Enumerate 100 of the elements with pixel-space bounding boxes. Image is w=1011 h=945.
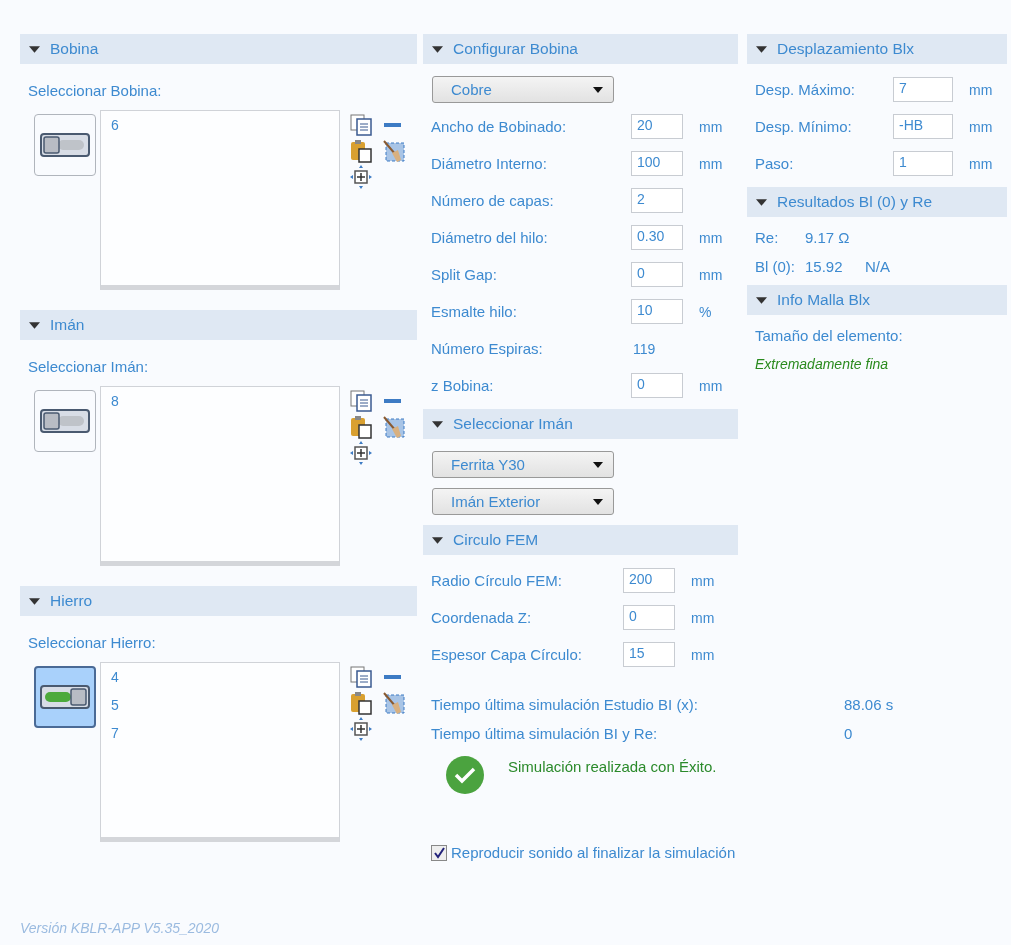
move-icon[interactable] xyxy=(350,441,372,465)
time-value: 88.06 s xyxy=(844,696,894,713)
unit-label: mm xyxy=(969,118,993,135)
select-label: Seleccionar Imán: xyxy=(27,357,150,377)
select-label: Seleccionar Bobina: xyxy=(27,81,163,101)
input-field[interactable]: 100 xyxy=(631,151,683,176)
collapse-triangle-icon xyxy=(756,198,767,206)
input-field[interactable]: 7 xyxy=(893,77,953,102)
field-label: Radio Círculo FEM: xyxy=(431,572,563,589)
move-icon[interactable] xyxy=(350,717,372,741)
result-note: N/A xyxy=(865,258,890,275)
input-field[interactable]: 0.30 xyxy=(631,225,683,250)
mesh-label: Tamaño del elemento: xyxy=(755,327,904,344)
checkbox[interactable] xyxy=(431,844,447,861)
version-text: Versión KBLR-APP V5.35_2020 xyxy=(20,920,219,936)
list-item[interactable]: 7 xyxy=(111,725,329,753)
input-field[interactable]: 15 xyxy=(623,642,675,667)
toggle-button[interactable] xyxy=(34,666,96,728)
caret-icon xyxy=(593,461,603,468)
result-value: 9.17 Ω xyxy=(805,229,851,246)
list-item[interactable]: 4 xyxy=(111,669,329,697)
caret-icon xyxy=(593,86,603,93)
paste-icon[interactable] xyxy=(350,139,374,163)
section-header[interactable]: Configurar Bobina xyxy=(423,34,738,64)
section-header[interactable]: Info Malla Blx xyxy=(747,285,1007,315)
input-field[interactable]: 1 xyxy=(893,151,953,176)
result-value: 15.92 xyxy=(805,258,844,275)
input-field[interactable]: 2 xyxy=(631,188,683,213)
section-title: Seleccionar Imán xyxy=(453,415,573,433)
dropdown[interactable]: Cobre xyxy=(432,76,614,103)
unit-label: mm xyxy=(699,266,723,283)
collapse-triangle-icon xyxy=(29,45,40,53)
field-label: Paso: xyxy=(755,155,795,172)
field-label: Diámetro del hilo: xyxy=(431,229,549,246)
input-field[interactable]: -HB xyxy=(893,114,953,139)
toggle-switch-icon xyxy=(40,685,90,709)
collapse-triangle-icon xyxy=(432,536,443,544)
section-title: Desplazamiento Blx xyxy=(777,40,914,58)
field-label: Espesor Capa Círculo: xyxy=(431,646,583,663)
time-value: 0 xyxy=(844,725,853,742)
input-field[interactable]: 20 xyxy=(631,114,683,139)
unit-label: mm xyxy=(699,377,723,394)
unit-label: mm xyxy=(691,609,715,626)
sound-checkbox[interactable]: Reproducir sonido al finalizar la simulación xyxy=(423,844,738,861)
paste-icon[interactable] xyxy=(350,415,374,439)
input-field[interactable]: 0 xyxy=(631,262,683,287)
field-label: Número de capas: xyxy=(431,192,555,209)
collapse-triangle-icon xyxy=(432,420,443,428)
move-icon[interactable] xyxy=(350,165,372,189)
list-box[interactable]: 6 xyxy=(100,110,340,290)
list-box[interactable]: 8 xyxy=(100,386,340,566)
list-item[interactable]: 8 xyxy=(111,393,329,421)
paste-icon[interactable] xyxy=(350,691,374,715)
section-title: Configurar Bobina xyxy=(453,40,578,58)
unit-label: % xyxy=(699,303,712,320)
toggle-switch-icon xyxy=(40,409,90,433)
collapse-triangle-icon xyxy=(432,45,443,53)
section-header[interactable]: Desplazamiento Blx xyxy=(747,34,1007,64)
list-box[interactable]: 4 5 7 xyxy=(100,662,340,842)
list-item[interactable]: 6 xyxy=(111,117,329,145)
time-label: Tiempo última simulación Estudio BI (x): xyxy=(431,696,700,713)
toggle-button[interactable] xyxy=(34,114,96,176)
section-header[interactable]: Imán xyxy=(20,310,417,340)
section-title: Circulo FEM xyxy=(453,531,539,549)
field-label: Desp. Máximo: xyxy=(755,81,857,98)
section-title: Bobina xyxy=(50,40,99,58)
section-header[interactable]: Seleccionar Imán xyxy=(423,409,738,439)
mesh-value: Extremadamente fina xyxy=(755,356,890,372)
field-label: Ancho de Bobinado: xyxy=(431,118,568,135)
dropdown[interactable]: Ferrita Y30 xyxy=(432,451,614,478)
section-header[interactable]: Bobina xyxy=(20,34,417,64)
section-title: Hierro xyxy=(50,592,93,610)
collapse-triangle-icon xyxy=(756,45,767,53)
input-field[interactable]: 0 xyxy=(623,605,675,630)
field-label: Diámetro Interno: xyxy=(431,155,548,172)
field-label: Desp. Mínimo: xyxy=(755,118,853,135)
unit-label: mm xyxy=(699,229,723,246)
section-header[interactable]: Circulo FEM xyxy=(423,525,738,555)
broom-icon[interactable] xyxy=(382,139,406,163)
collapse-triangle-icon xyxy=(756,296,767,304)
result-label: Bl (0): xyxy=(755,258,796,275)
unit-label: mm xyxy=(699,118,723,135)
section-title: Resultados Bl (0) y Re xyxy=(777,193,933,211)
time-label: Tiempo última simulación BI y Re: xyxy=(431,725,659,742)
input-field[interactable]: 200 xyxy=(623,568,675,593)
collapse-triangle-icon xyxy=(29,321,40,329)
section-title: Info Malla Blx xyxy=(777,291,871,309)
field-label: Coordenada Z: xyxy=(431,609,533,626)
dropdown[interactable]: Imán Exterior xyxy=(432,488,614,515)
section-header[interactable]: Hierro xyxy=(20,586,417,616)
section-header[interactable]: Resultados Bl (0) y Re xyxy=(747,187,1007,217)
unit-label: mm xyxy=(691,572,715,589)
input-field[interactable]: 10 xyxy=(631,299,683,324)
broom-icon[interactable] xyxy=(382,691,406,715)
broom-icon[interactable] xyxy=(382,415,406,439)
list-item[interactable]: 5 xyxy=(111,697,329,725)
unit-label: mm xyxy=(969,81,993,98)
toggle-button[interactable] xyxy=(34,390,96,452)
input-field[interactable]: 0 xyxy=(631,373,683,398)
field-value: 119 xyxy=(632,340,657,357)
